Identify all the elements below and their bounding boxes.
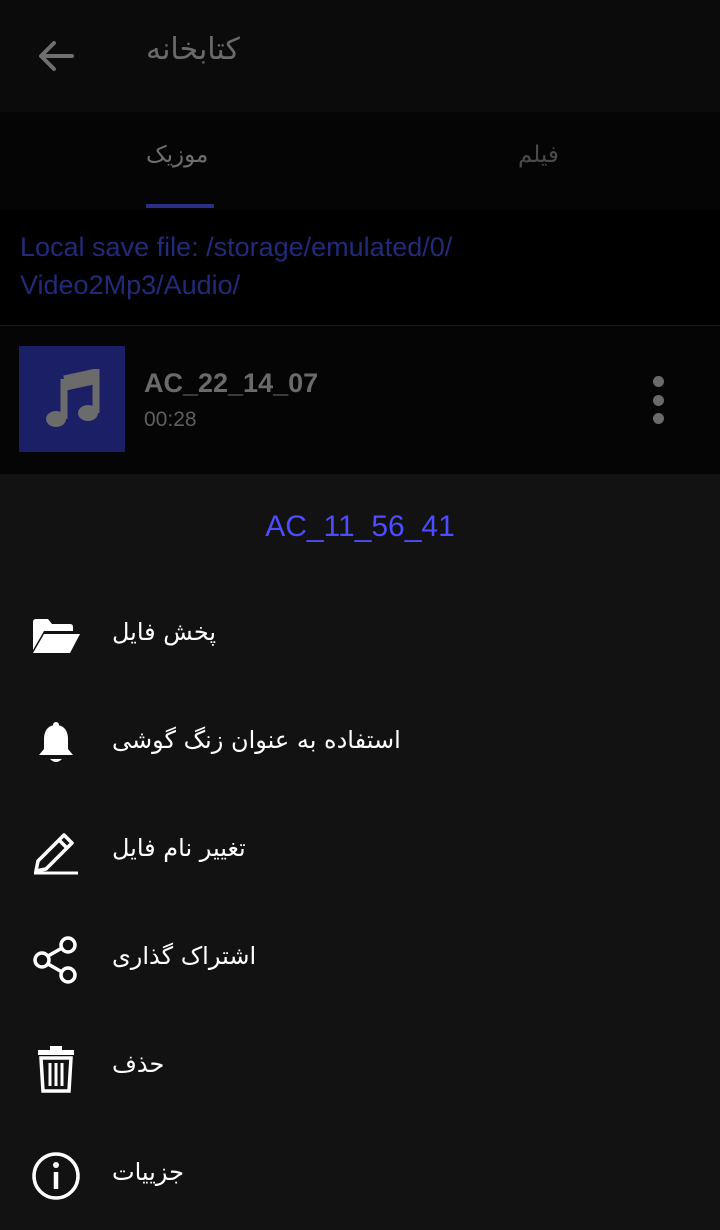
info-icon	[28, 1148, 84, 1204]
back-button[interactable]	[30, 30, 82, 82]
more-vert-icon-dot	[652, 413, 664, 424]
save-path-text: Local save file: /storage/emulated/0/ Vi…	[20, 228, 700, 304]
tab-film[interactable]: فیلم	[518, 142, 559, 168]
menu-item-play-file[interactable]: پخش فایل	[0, 582, 720, 690]
folder-open-icon	[28, 608, 84, 664]
sheet-title: AC_11_56_41	[265, 510, 455, 543]
share-icon	[28, 932, 84, 988]
track-title: AC_22_14_07	[144, 368, 319, 398]
tab-bar: موزیک فیلم	[0, 112, 720, 210]
menu-label: جزییات	[112, 1158, 184, 1186]
music-note-icon	[46, 369, 100, 427]
menu-item-delete[interactable]: حذف	[0, 1014, 720, 1122]
tab-music[interactable]: موزیک	[146, 142, 208, 168]
more-vert-icon-dot	[652, 394, 664, 406]
menu-item-set-ringtone[interactable]: استفاده به عنوان زنگ گوشی	[0, 690, 720, 798]
menu-label: پخش فایل	[112, 618, 217, 646]
list-item[interactable]: AC_22_14_07 00:28	[0, 326, 720, 474]
tab-indicator	[146, 204, 214, 208]
page-title: کتابخانه	[146, 32, 240, 67]
bell-icon	[28, 716, 84, 772]
menu-item-share[interactable]: اشتراک گذاری	[0, 906, 720, 1014]
arrow-left-icon	[39, 41, 74, 71]
menu-label: تغییر نام فایل	[112, 834, 246, 862]
track-duration: 00:28	[144, 408, 197, 431]
track-thumbnail	[19, 346, 125, 452]
menu-label: استفاده به عنوان زنگ گوشی	[112, 726, 401, 754]
trash-icon	[28, 1040, 84, 1096]
more-vert-icon	[652, 376, 664, 387]
save-path-label: Local save file: /storage/emulated/0/ Vi…	[20, 232, 453, 300]
menu-item-details[interactable]: جزییات	[0, 1122, 720, 1230]
more-options-button[interactable]	[640, 372, 676, 428]
pencil-icon	[28, 824, 84, 880]
menu-item-rename-file[interactable]: تغییر نام فایل	[0, 798, 720, 906]
menu-label: حذف	[112, 1050, 165, 1078]
menu-label: اشتراک گذاری	[112, 942, 257, 970]
bottom-sheet: AC_11_56_41 پخش فایل استفاده به عنوان زن…	[0, 474, 720, 1230]
top-app-bar: کتابخانه	[0, 0, 720, 112]
